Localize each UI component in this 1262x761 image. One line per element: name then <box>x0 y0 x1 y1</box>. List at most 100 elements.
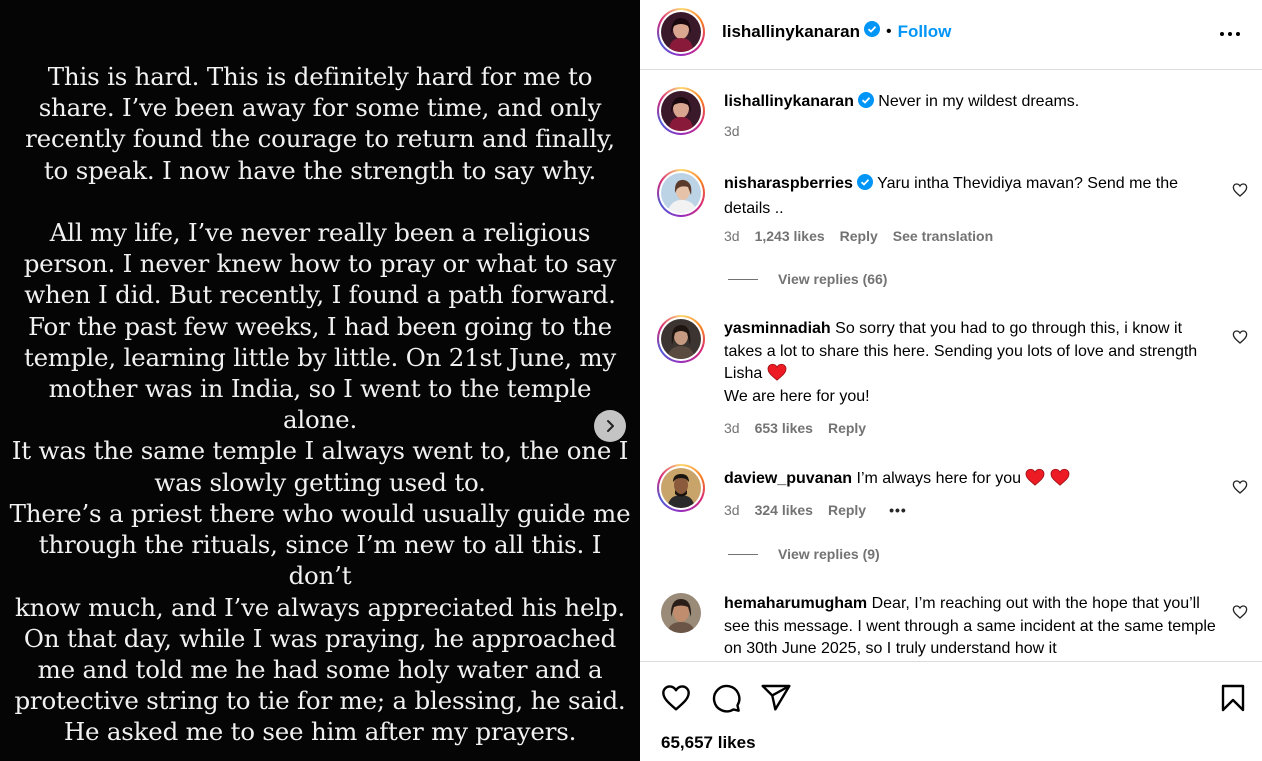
comment-likes[interactable]: 324 likes <box>755 502 813 518</box>
caption-text: Never in my wildest dreams. <box>878 93 1080 110</box>
comment-text-row: nisharaspberries Yaru intha Thevidiya ma… <box>724 173 1220 220</box>
verified-badge-icon <box>857 92 874 116</box>
comment-text-row: daview_puvanan I’m always here for you <box>724 468 1220 491</box>
comment-meta: 3d 324 likes Reply ••• <box>724 502 922 518</box>
author-avatar[interactable] <box>657 8 705 56</box>
header-user-row: lishallinykanaran • Follow <box>722 21 951 42</box>
caption-username[interactable]: lishallinykanaran <box>724 93 854 110</box>
media-line: mother was in India, so I went to the te… <box>48 374 592 435</box>
comment-username[interactable]: yasminnadiah <box>724 320 831 337</box>
comment-text-line2: We are here for you! <box>724 387 870 405</box>
commenter-avatar[interactable] <box>657 315 705 363</box>
author-username[interactable]: lishallinykanaran <box>722 22 860 42</box>
comment-time[interactable]: 3d <box>724 228 740 244</box>
comment-username[interactable]: hemaharumugham <box>724 595 867 612</box>
comment-meta: 3d 1,243 likes Reply See translation <box>724 228 1008 244</box>
comment-likes[interactable]: 1,243 likes <box>755 228 825 244</box>
comment-more-button[interactable]: ••• <box>889 502 907 518</box>
comment-likes[interactable]: 653 likes <box>755 420 813 436</box>
like-button[interactable] <box>660 682 692 714</box>
media-line: All my life, I’ve never really been a re… <box>49 218 591 247</box>
verified-badge-icon <box>863 21 880 42</box>
commenter-avatar[interactable] <box>657 169 705 217</box>
post-likes-count[interactable]: 65,657 likes <box>661 733 756 753</box>
comment-button[interactable] <box>710 682 742 714</box>
media-line: share. I’ve been away for some time, and… <box>38 93 602 123</box>
media-line: For the past few weeks, I had been going… <box>28 311 612 341</box>
like-comment-heart-icon[interactable] <box>1232 479 1248 495</box>
caption-text-row: lishallinykanaran Never in my wildest dr… <box>724 91 1220 116</box>
comment-icon <box>712 684 741 713</box>
chevron-right-icon <box>607 420 614 432</box>
verified-badge-icon <box>856 174 873 198</box>
comment-text-row: hemaharumugham Dear, I’m reaching out wi… <box>724 593 1220 661</box>
media-paragraph-1: This is hard. This is definitely hard fo… <box>8 61 632 186</box>
next-slide-button[interactable] <box>594 410 626 442</box>
save-button[interactable] <box>1217 682 1249 714</box>
bookmark-icon <box>1221 684 1245 712</box>
comment-time[interactable]: 3d <box>724 502 740 518</box>
caption-meta: 3d <box>724 123 755 139</box>
more-horizontal-icon <box>1220 32 1240 36</box>
avatar-image <box>661 468 701 508</box>
caption-time[interactable]: 3d <box>724 123 740 139</box>
media-line: person. I never knew how to pray or what… <box>23 249 617 279</box>
see-translation-button[interactable]: See translation <box>893 228 993 244</box>
view-replies-label: View replies (66) <box>778 271 888 287</box>
view-replies-button[interactable]: View replies (66) <box>728 271 887 287</box>
reply-button[interactable]: Reply <box>828 502 866 518</box>
media-line: This is hard. This is definitely hard fo… <box>47 62 593 91</box>
media-line: temple, learning little by little. On 21… <box>23 342 617 372</box>
red-heart-emoji-icon <box>1050 468 1070 486</box>
comment-text-row: yasminnadiah So sorry that you had to go… <box>724 318 1220 408</box>
media-line: On that day, while I was praying, he app… <box>23 623 617 653</box>
red-heart-emoji-icon <box>767 363 787 381</box>
separator-dot: • <box>885 22 892 40</box>
avatar-image <box>661 173 701 213</box>
media-line: was slowly getting used to. <box>154 467 486 497</box>
commenter-avatar[interactable] <box>657 464 705 512</box>
like-comment-heart-icon[interactable] <box>1232 329 1248 345</box>
share-button[interactable] <box>760 682 792 714</box>
post-header: lishallinykanaran • Follow <box>640 0 1262 70</box>
media-line: There’s a priest there who would usually… <box>9 499 631 528</box>
media-line: me and told me he had some holy water an… <box>37 655 603 685</box>
avatar-image <box>661 593 701 633</box>
more-options-button[interactable] <box>1218 24 1242 44</box>
comments-list: lishallinykanaran Never in my wildest dr… <box>640 71 1262 661</box>
reply-button[interactable]: Reply <box>828 420 866 436</box>
comment-username[interactable]: nisharaspberries <box>724 175 853 192</box>
view-replies-label: View replies (9) <box>778 546 880 562</box>
media-paragraph-3: There’s a priest there who would usually… <box>8 498 632 748</box>
reply-button[interactable]: Reply <box>840 228 878 244</box>
media-line: recently found the courage to return and… <box>25 124 615 154</box>
reply-line <box>728 278 758 280</box>
author-avatar[interactable] <box>657 87 705 135</box>
post-media: This is hard. This is definitely hard fo… <box>0 0 640 761</box>
share-icon <box>761 684 791 711</box>
comment-username[interactable]: daview_puvanan <box>724 470 852 487</box>
media-line: through the rituals, since I’m new to al… <box>38 530 602 591</box>
avatar-image <box>661 91 701 131</box>
heart-icon <box>662 685 690 711</box>
reply-line <box>728 553 758 555</box>
red-heart-emoji-icon <box>1026 468 1045 486</box>
like-comment-heart-icon[interactable] <box>1232 182 1248 198</box>
comment-time[interactable]: 3d <box>724 420 740 436</box>
like-comment-heart-icon[interactable] <box>1232 604 1248 620</box>
media-line: know much, and I’ve always appreciated h… <box>14 592 626 622</box>
post-actions: 65,657 likes <box>640 661 1262 761</box>
comment-text: I’m always here for you <box>856 470 1022 487</box>
media-line: protective string to tie for me; a bless… <box>14 686 626 716</box>
media-line: It was the same temple I always went to,… <box>11 436 629 466</box>
media-line: when I did. But recently, I found a path… <box>24 280 616 310</box>
comment-meta: 3d 653 likes Reply <box>724 420 881 436</box>
media-line: to speak. I now have the strength to say… <box>43 155 597 185</box>
view-replies-button[interactable]: View replies (9) <box>728 546 880 562</box>
commenter-avatar[interactable] <box>661 593 701 633</box>
post-panel: lishallinykanaran • Follow lishallinykan… <box>640 0 1262 761</box>
follow-button[interactable]: Follow <box>898 22 952 42</box>
media-paragraph-2: All my life, I’ve never really been a re… <box>8 217 632 498</box>
avatar-image <box>661 12 701 52</box>
avatar-image <box>661 319 701 359</box>
